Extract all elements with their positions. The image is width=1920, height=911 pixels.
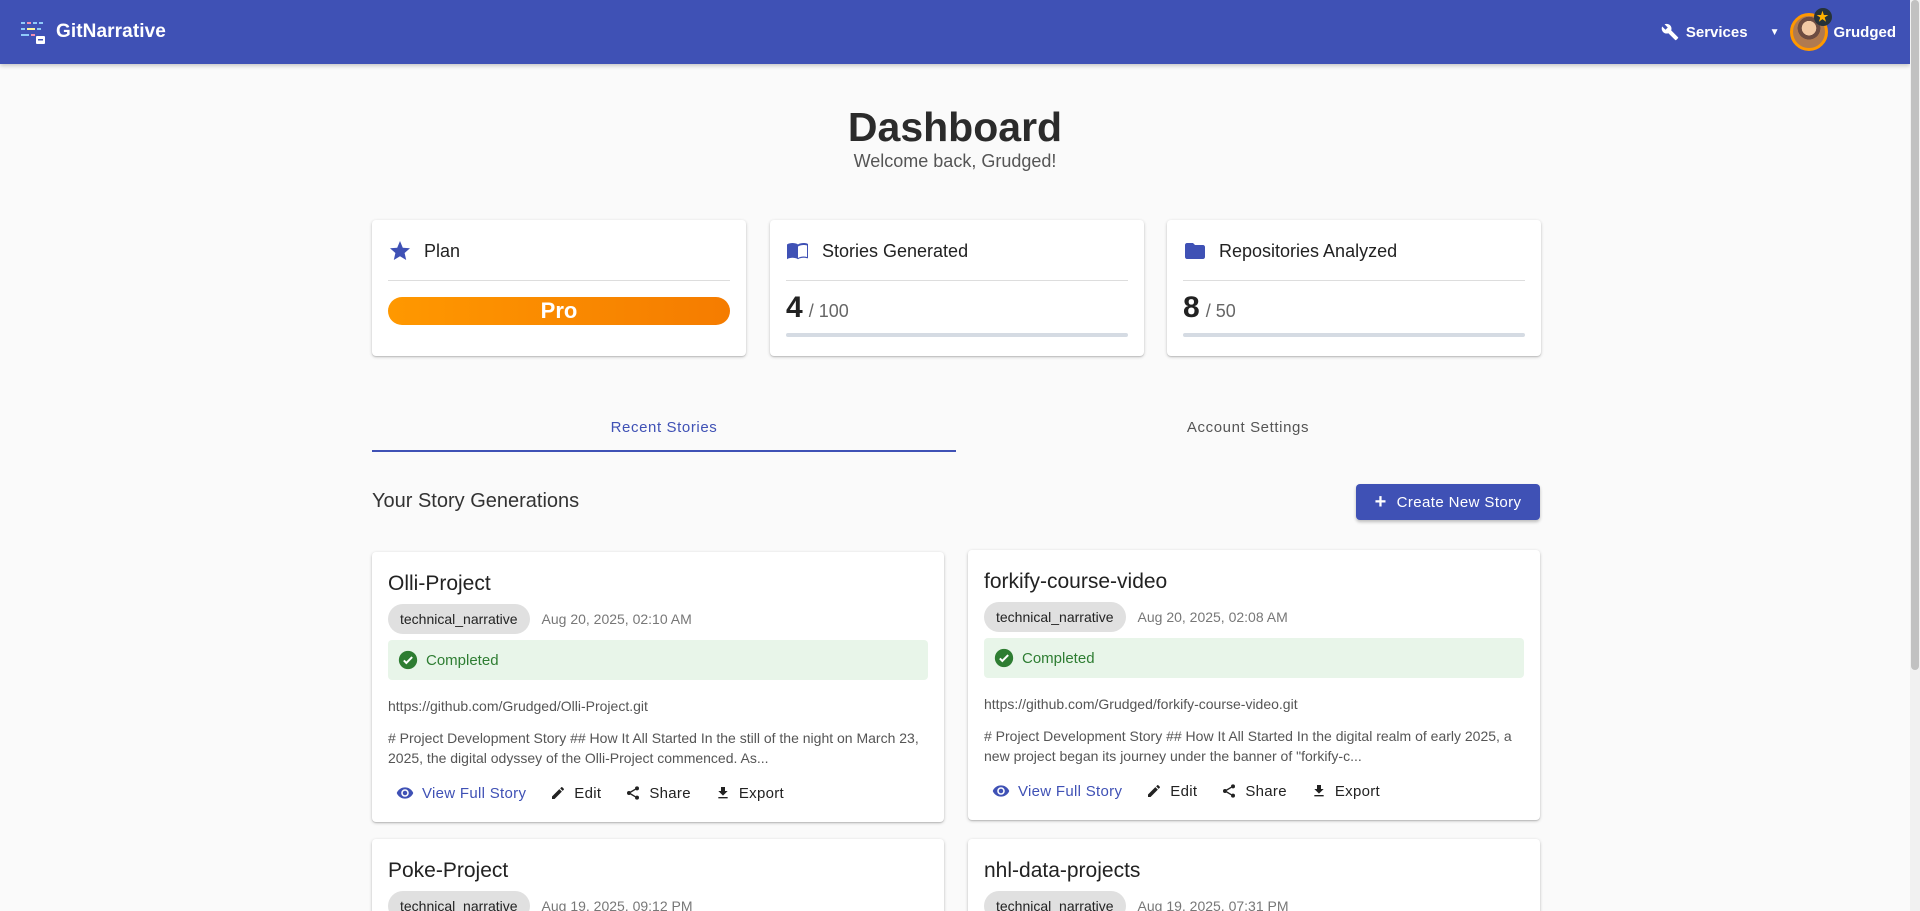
export-label: Export (1334, 782, 1381, 800)
stories-progress-bar (786, 333, 1128, 337)
story-card: nhl-data-projects technical_narrative Au… (968, 839, 1540, 911)
edit-button[interactable]: Edit (542, 781, 609, 806)
repo-url: https://github.com/Grudged/forkify-cours… (984, 696, 1298, 712)
share-icon (627, 786, 640, 800)
stories-label: Stories Generated (822, 240, 969, 261)
story-date: Aug 20, 2025, 02:10 AM (541, 611, 692, 627)
story-title: Poke-Project (388, 859, 509, 882)
star-badge-icon: ★ (1813, 8, 1832, 26)
story-date: Aug 19, 2025, 09:12 PM (541, 898, 693, 911)
repo-url: https://github.com/Grudged/Olli-Project.… (388, 698, 648, 714)
services-label: Services (1685, 23, 1748, 41)
story-title: Olli-Project (388, 572, 491, 595)
page-scrollbar[interactable] (1910, 0, 1920, 911)
share-label: Share (649, 784, 691, 802)
story-card: Olli-Project technical_narrative Aug 20,… (372, 552, 944, 822)
section-title: Your Story Generations (372, 490, 580, 512)
share-icon (1223, 784, 1236, 798)
share-button[interactable]: Share (617, 781, 699, 806)
edit-label: Edit (574, 784, 602, 802)
export-label: Export (738, 784, 785, 802)
story-date: Aug 19, 2025, 07:31 PM (1137, 898, 1289, 911)
export-button[interactable]: Export (1303, 779, 1388, 804)
status-badge: Completed (984, 638, 1524, 678)
export-button[interactable]: Export (707, 781, 792, 806)
stories-limit: / 100 (808, 301, 849, 321)
pencil-icon (1148, 785, 1161, 797)
tab-recent-stories[interactable]: Recent Stories (372, 408, 956, 452)
style-chip: technical_narrative (984, 602, 1126, 632)
view-full-story-button[interactable]: View Full Story (388, 780, 534, 806)
tab-account-settings[interactable]: Account Settings (956, 408, 1540, 452)
check-circle-icon (398, 650, 418, 670)
status-text: Completed (1022, 649, 1095, 667)
page-subtitle: Welcome back, Grudged! (853, 151, 1057, 171)
share-button[interactable]: Share (1213, 779, 1295, 804)
check-circle-icon (994, 648, 1014, 668)
share-label: Share (1245, 782, 1287, 800)
view-label: View Full Story (1018, 782, 1123, 800)
stories-card: Stories Generated 4 / 100 (770, 220, 1144, 356)
book-icon (787, 243, 808, 260)
divider (388, 280, 730, 281)
repos-count: 8 (1183, 291, 1200, 324)
pencil-icon (552, 787, 565, 799)
tab-bar: Recent Stories Account Settings (372, 408, 1540, 452)
view-full-story-button[interactable]: View Full Story (984, 778, 1130, 804)
story-card: forkify-course-video technical_narrative… (968, 550, 1540, 820)
user-name: Grudged (1833, 23, 1897, 41)
stories-count: 4 (786, 291, 803, 324)
create-new-story-button[interactable]: + Create New Story (1356, 484, 1540, 520)
story-date: Aug 20, 2025, 02:08 AM (1137, 609, 1288, 625)
edit-label: Edit (1170, 782, 1198, 800)
story-title: nhl-data-projects (984, 859, 1141, 882)
plus-icon: + (1374, 490, 1387, 513)
avatar: ★ (1789, 8, 1832, 51)
download-icon (718, 787, 728, 799)
repos-limit: / 50 (1205, 301, 1236, 321)
repos-progress-bar (1183, 333, 1525, 337)
wrench-icon (1661, 23, 1679, 41)
status-text: Completed (426, 651, 499, 669)
logo-icon (21, 22, 45, 44)
repos-label: Repositories Analyzed (1219, 240, 1398, 261)
folder-icon (1185, 243, 1205, 259)
divider (786, 280, 1128, 281)
scrollbar-thumb[interactable] (1911, 0, 1919, 670)
story-title: forkify-course-video (984, 570, 1168, 593)
story-excerpt: # Project Development Story ## How It Al… (984, 728, 1512, 764)
app-name: GitNarrative (56, 21, 166, 42)
eye-icon (396, 787, 414, 799)
brand[interactable]: GitNarrative (20, 19, 166, 45)
services-button[interactable]: Services (1661, 23, 1748, 41)
view-label: View Full Story (422, 784, 527, 802)
eye-icon (992, 785, 1010, 797)
create-label: Create New Story (1396, 493, 1522, 511)
status-badge: Completed (388, 640, 928, 680)
app-bar: GitNarrative Services ▼ ★ Grudged (0, 0, 1910, 64)
download-icon (1314, 785, 1324, 797)
plan-label: Plan (424, 240, 461, 261)
divider (1183, 280, 1525, 281)
plan-card: Plan Pro (372, 220, 746, 356)
style-chip: technical_narrative (984, 891, 1126, 911)
story-excerpt: # Project Development Story ## How It Al… (388, 730, 919, 766)
plan-badge: Pro (388, 297, 730, 325)
repos-card: Repositories Analyzed 8 / 50 (1167, 220, 1541, 356)
user-menu[interactable]: ★ Grudged (1789, 8, 1897, 51)
page-title: Dashboard (847, 104, 1063, 150)
style-chip: technical_narrative (388, 891, 530, 911)
star-icon (390, 241, 410, 260)
story-card: Poke-Project technical_narrative Aug 19,… (372, 839, 944, 911)
style-chip: technical_narrative (388, 604, 530, 634)
dropdown-caret-icon[interactable]: ▼ (1770, 27, 1780, 38)
edit-button[interactable]: Edit (1138, 779, 1205, 804)
